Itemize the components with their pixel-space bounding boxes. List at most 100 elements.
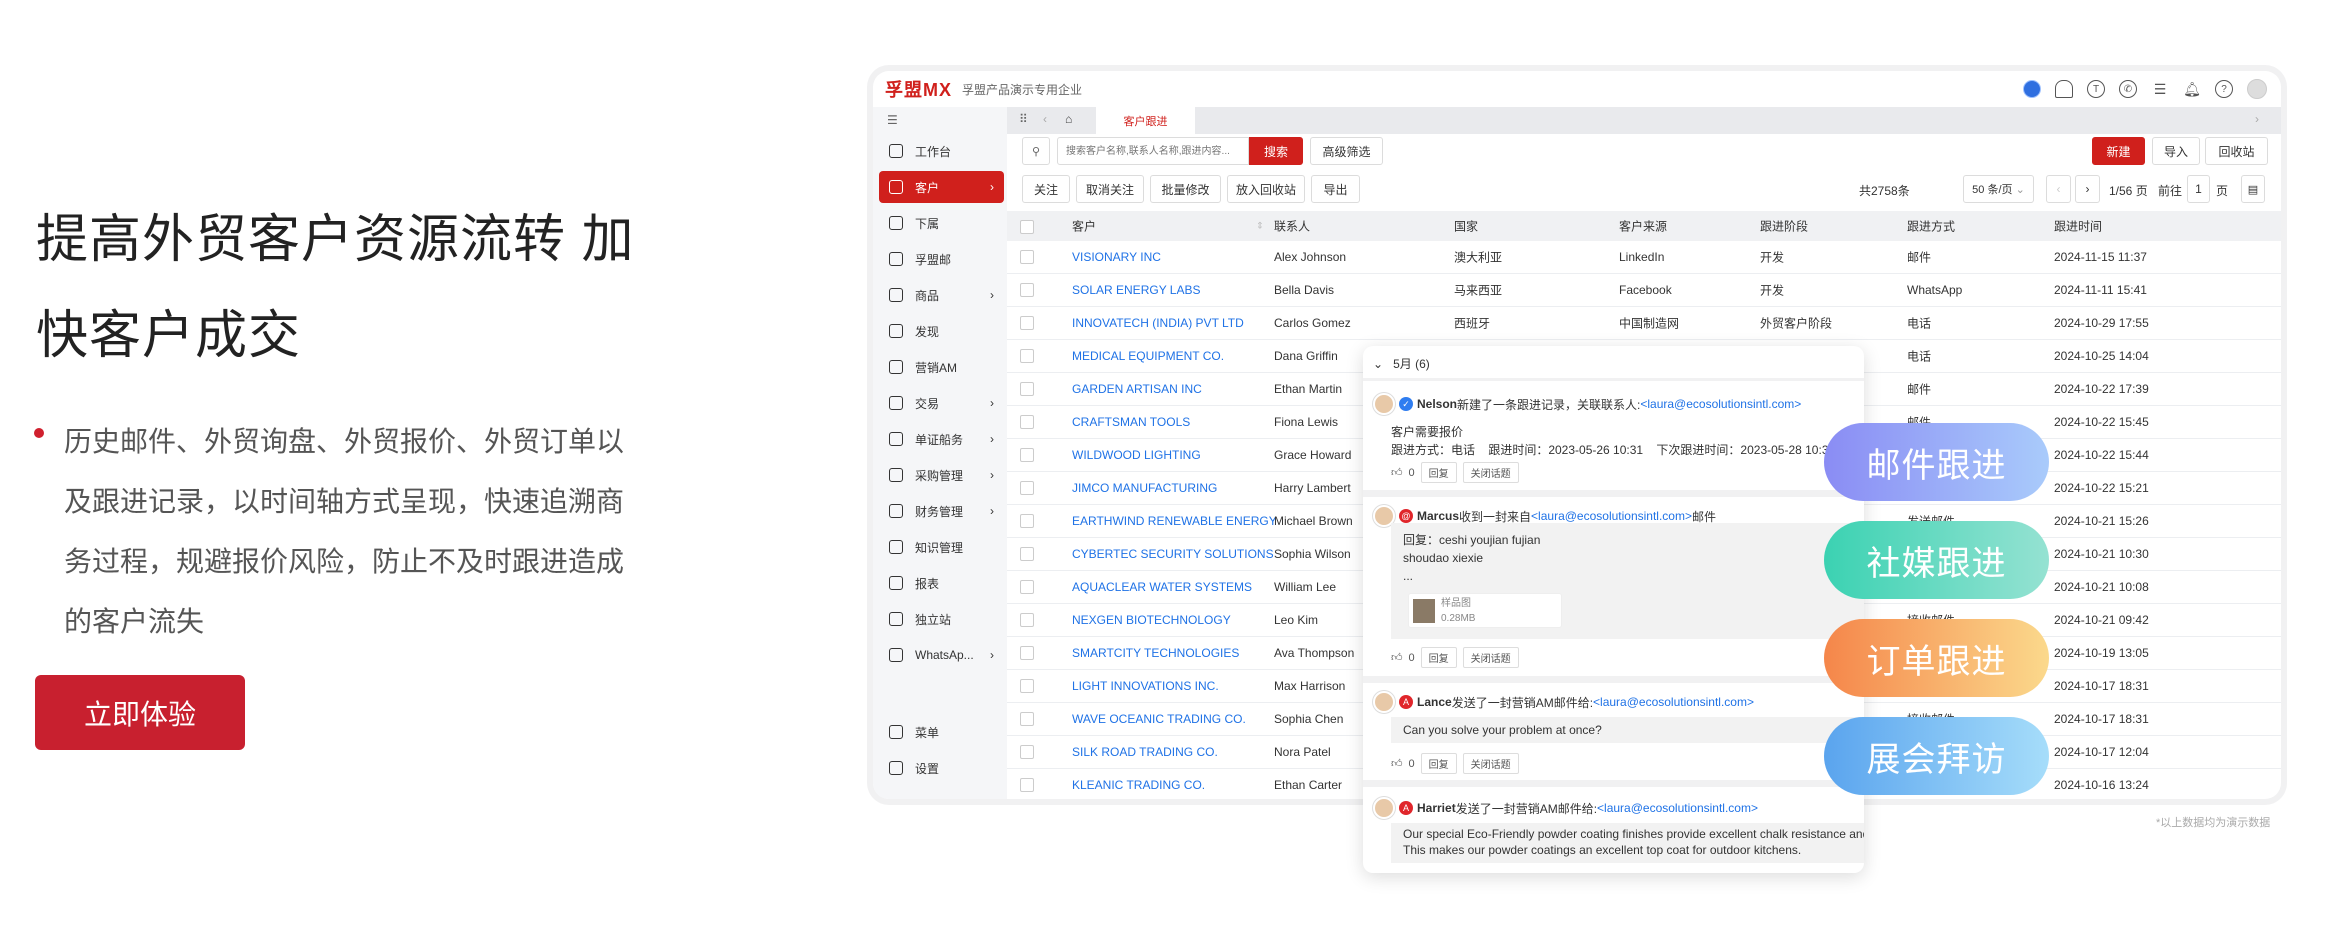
row-checkbox[interactable] — [1020, 415, 1034, 429]
translate-icon[interactable]: T — [2087, 80, 2105, 98]
collapse-menu-icon[interactable]: ☰ — [887, 113, 898, 127]
sort-icon[interactable]: ⇕ — [1256, 221, 1264, 232]
customer-link[interactable]: SMARTCITY TECHNOLOGIES — [1072, 646, 1239, 660]
row-checkbox[interactable] — [1020, 349, 1034, 363]
email-link[interactable]: <laura@ecosolutionsintl.com> — [1640, 397, 1801, 411]
recycle-bin-button[interactable]: 回收站 — [2205, 137, 2268, 165]
customer-link[interactable]: AQUACLEAR WATER SYSTEMS — [1072, 580, 1252, 594]
email-link[interactable]: <laura@ecosolutionsintl.com> — [1531, 509, 1692, 523]
sidebar-item[interactable]: 设置 — [879, 752, 1004, 784]
customer-link[interactable]: MEDICAL EQUIPMENT CO. — [1072, 349, 1224, 363]
like-icon[interactable]: 👍︎ — [1391, 757, 1403, 770]
sidebar-item[interactable]: 交易 › — [879, 387, 1004, 419]
task-list-icon[interactable]: ☰ — [2151, 80, 2169, 98]
row-checkbox[interactable] — [1020, 514, 1034, 528]
like-icon[interactable]: 👍︎ — [1391, 651, 1403, 664]
new-button[interactable]: 新建 — [2092, 137, 2145, 165]
collapse-chevron-icon[interactable]: ⌄ — [1373, 357, 1383, 371]
follow-button[interactable]: 关注 — [1022, 175, 1070, 203]
customer-link[interactable]: SILK ROAD TRADING CO. — [1072, 745, 1218, 759]
customer-link[interactable]: LIGHT INNOVATIONS INC. — [1072, 679, 1219, 693]
column-settings-icon[interactable]: ▤ — [2241, 175, 2265, 203]
row-checkbox[interactable] — [1020, 283, 1034, 297]
sidebar-item[interactable]: 知识管理 — [879, 531, 1004, 563]
customer-link[interactable]: VISIONARY INC — [1072, 250, 1161, 264]
whatsapp-icon[interactable]: ✆ — [2119, 80, 2137, 98]
tab-customer-followup[interactable]: 客户跟进 — [1096, 107, 1195, 134]
attachment[interactable]: 样品图 0.28MB — [1408, 593, 1562, 628]
page-size-select[interactable]: 50 条/页 ⌄ — [1963, 175, 2034, 203]
row-checkbox[interactable] — [1020, 481, 1034, 495]
row-checkbox[interactable] — [1020, 646, 1034, 660]
advanced-filter-button[interactable]: 高级筛选 — [1310, 137, 1383, 165]
row-checkbox[interactable] — [1020, 679, 1034, 693]
tab-prev-icon[interactable]: ‹ — [1043, 112, 1047, 126]
sidebar-item[interactable]: 下属 — [879, 207, 1004, 239]
headset-icon[interactable] — [2055, 80, 2073, 98]
sidebar-item[interactable]: 菜单 — [879, 716, 1004, 748]
row-checkbox[interactable] — [1020, 250, 1034, 264]
bell-icon[interactable]: 🔔︎ — [2183, 80, 2201, 98]
reply-button[interactable]: 回复 — [1420, 462, 1457, 483]
customer-link[interactable]: JIMCO MANUFACTURING — [1072, 481, 1217, 495]
reply-button[interactable]: 回复 — [1420, 753, 1457, 774]
customer-link[interactable]: SOLAR ENERGY LABS — [1072, 283, 1201, 297]
email-link[interactable]: <laura@ecosolutionsintl.com> — [1593, 695, 1754, 709]
sidebar-item[interactable]: 单证船务 › — [879, 423, 1004, 455]
sidebar-item[interactable]: 客户 › — [879, 171, 1004, 203]
row-checkbox[interactable] — [1020, 778, 1034, 792]
try-now-button[interactable]: 立即体验 — [35, 675, 245, 750]
help-icon[interactable]: ? — [2215, 80, 2233, 98]
row-checkbox[interactable] — [1020, 316, 1034, 330]
sidebar-item[interactable]: 商品 › — [879, 279, 1004, 311]
avatar[interactable] — [2247, 79, 2267, 99]
row-checkbox[interactable] — [1020, 613, 1034, 627]
next-page-button[interactable]: › — [2075, 175, 2100, 203]
import-button[interactable]: 导入 — [2152, 137, 2200, 165]
sidebar-item[interactable]: WhatsAp... › — [879, 639, 1004, 671]
sidebar-item[interactable]: 独立站 — [879, 603, 1004, 635]
row-checkbox[interactable] — [1020, 745, 1034, 759]
home-icon[interactable]: ⌂ — [1065, 112, 1072, 126]
export-button[interactable]: 导出 — [1311, 175, 1360, 203]
customer-link[interactable]: CRAFTSMAN TOOLS — [1072, 415, 1190, 429]
customer-link[interactable]: GARDEN ARTISAN INC — [1072, 382, 1202, 396]
sidebar-item[interactable]: 工作台 — [879, 135, 1004, 167]
grid-icon[interactable]: ⠿ — [1019, 112, 1028, 126]
sidebar-item[interactable]: 营销AM — [879, 351, 1004, 383]
close-topic-button[interactable]: 关闭话题 — [1462, 647, 1519, 668]
chat-icon[interactable] — [2023, 80, 2041, 98]
close-topic-button[interactable]: 关闭话题 — [1462, 753, 1519, 774]
row-checkbox[interactable] — [1020, 448, 1034, 462]
search-button[interactable]: 搜索 — [1249, 137, 1303, 165]
sidebar-item[interactable]: 报表 — [879, 567, 1004, 599]
customer-link[interactable]: KLEANIC TRADING CO. — [1072, 778, 1205, 792]
sidebar-item[interactable]: 财务管理 › — [879, 495, 1004, 527]
move-to-recycle-button[interactable]: 放入回收站 — [1227, 175, 1305, 203]
row-checkbox[interactable] — [1020, 712, 1034, 726]
close-topic-button[interactable]: 关闭话题 — [1462, 462, 1519, 483]
row-checkbox[interactable] — [1020, 547, 1034, 561]
sidebar-item[interactable]: 发现 — [879, 315, 1004, 347]
goto-page-input[interactable]: 1 — [2187, 175, 2210, 203]
customer-link[interactable]: CYBERTEC SECURITY SOLUTIONS — [1072, 547, 1274, 561]
row-checkbox[interactable] — [1020, 382, 1034, 396]
customer-link[interactable]: EARTHWIND RENEWABLE ENERGY — [1072, 514, 1277, 528]
prev-page-button[interactable]: ‹ — [2046, 175, 2071, 203]
customer-link[interactable]: NEXGEN BIOTECHNOLOGY — [1072, 613, 1231, 627]
like-icon[interactable]: 👍︎ — [1391, 466, 1403, 479]
email-link[interactable]: <laura@ecosolutionsintl.com> — [1597, 801, 1758, 815]
sidebar-item[interactable]: 孚盟邮 — [879, 243, 1004, 275]
tab-next-icon[interactable]: › — [2255, 112, 2259, 126]
search-input[interactable] — [1057, 137, 1249, 165]
reply-button[interactable]: 回复 — [1420, 647, 1457, 668]
contact-filter-button[interactable]: ⚲ — [1022, 137, 1050, 165]
customer-link[interactable]: WAVE OCEANIC TRADING CO. — [1072, 712, 1246, 726]
select-all-checkbox[interactable] — [1020, 220, 1034, 234]
customer-link[interactable]: WILDWOOD LIGHTING — [1072, 448, 1201, 462]
customer-link[interactable]: INNOVATECH (INDIA) PVT LTD — [1072, 316, 1244, 330]
sidebar-item[interactable]: 采购管理 › — [879, 459, 1004, 491]
row-checkbox[interactable] — [1020, 580, 1034, 594]
batch-edit-button[interactable]: 批量修改 — [1150, 175, 1221, 203]
unfollow-button[interactable]: 取消关注 — [1076, 175, 1144, 203]
